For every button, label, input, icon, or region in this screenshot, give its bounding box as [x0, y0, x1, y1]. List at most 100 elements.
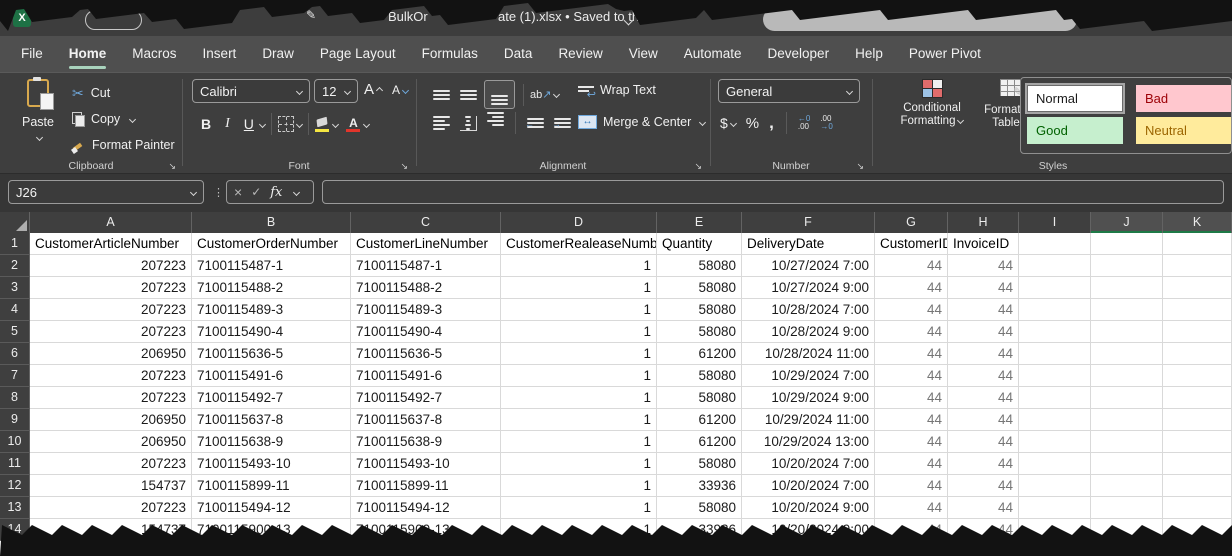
row-header-5[interactable]: 5 [0, 321, 30, 343]
cell-H12[interactable]: 44 [948, 475, 1019, 497]
column-header-A[interactable]: A [30, 212, 192, 233]
cell-D9[interactable]: 1 [501, 409, 657, 431]
cell-J1[interactable] [1091, 233, 1163, 255]
align-left-button[interactable] [433, 116, 450, 130]
insert-function-button[interactable]: fx [270, 185, 282, 200]
increase-font-size-button[interactable]: A [364, 81, 382, 98]
font-color-dropdown-chevron-icon[interactable] [363, 120, 370, 127]
cell-C5[interactable]: 7100115490-4 [351, 321, 501, 343]
cell-B11[interactable]: 7100115493-10 [192, 453, 351, 475]
cell-F5[interactable]: 10/28/2024 9:00 [742, 321, 875, 343]
orientation-dropdown-chevron-icon[interactable] [553, 91, 560, 98]
cell-E14[interactable]: 33936 [657, 519, 742, 541]
fill-color-button[interactable] [315, 117, 330, 132]
font-size-select[interactable]: 12 [314, 79, 358, 103]
cell-C12[interactable]: 7100115899-11 [351, 475, 501, 497]
cell-F12[interactable]: 10/20/2024 7:00 [742, 475, 875, 497]
cell-C9[interactable]: 7100115637-8 [351, 409, 501, 431]
tab-file[interactable]: File [8, 36, 56, 72]
cell-B13[interactable]: 7100115494-12 [192, 497, 351, 519]
row-header-6[interactable]: 6 [0, 343, 30, 365]
cell-I2[interactable] [1019, 255, 1091, 277]
cell-D8[interactable]: 1 [501, 387, 657, 409]
cell-I5[interactable] [1019, 321, 1091, 343]
cell-H13[interactable]: 44 [948, 497, 1019, 519]
format-painter-button[interactable]: Format Painter [72, 132, 175, 158]
fx-dropdown-chevron-icon[interactable] [293, 188, 300, 195]
cell-B9[interactable]: 7100115637-8 [192, 409, 351, 431]
cell-G13[interactable]: 44 [875, 497, 948, 519]
cell-J3[interactable] [1091, 277, 1163, 299]
cell-A4[interactable]: 207223 [30, 299, 192, 321]
cell-B2[interactable]: 7100115487-1 [192, 255, 351, 277]
cell-F2[interactable]: 10/27/2024 7:00 [742, 255, 875, 277]
underline-dropdown-chevron-icon[interactable] [259, 120, 266, 127]
font-name-select[interactable]: Calibri [192, 79, 310, 103]
align-right-button[interactable] [487, 112, 504, 134]
cell-C6[interactable]: 7100115636-5 [351, 343, 501, 365]
cell-A2[interactable]: 207223 [30, 255, 192, 277]
cell-C1[interactable]: CustomerLineNumber [351, 233, 501, 255]
style-chip-normal[interactable]: Normal [1027, 85, 1123, 112]
cell-D3[interactable]: 1 [501, 277, 657, 299]
tab-macros[interactable]: Macros [119, 36, 189, 72]
row-header-1[interactable]: 1 [0, 233, 30, 255]
cell-G7[interactable]: 44 [875, 365, 948, 387]
select-all-button[interactable] [0, 212, 30, 233]
cell-J5[interactable] [1091, 321, 1163, 343]
cell-A8[interactable]: 207223 [30, 387, 192, 409]
cell-I14[interactable] [1019, 519, 1091, 541]
bold-button[interactable]: B [194, 116, 218, 132]
cell-J4[interactable] [1091, 299, 1163, 321]
cell-H7[interactable]: 44 [948, 365, 1019, 387]
cell-I9[interactable] [1019, 409, 1091, 431]
cell-H9[interactable]: 44 [948, 409, 1019, 431]
cell-A10[interactable]: 206950 [30, 431, 192, 453]
row-header-10[interactable]: 10 [0, 431, 30, 453]
cell-H2[interactable]: 44 [948, 255, 1019, 277]
cell-C10[interactable]: 7100115638-9 [351, 431, 501, 453]
cell-D10[interactable]: 1 [501, 431, 657, 453]
cell-K8[interactable] [1163, 387, 1232, 409]
style-chip-good[interactable]: Good [1027, 117, 1123, 144]
merge-center-button[interactable]: ↔ Merge & Center [578, 115, 705, 129]
cell-C7[interactable]: 7100115491-6 [351, 365, 501, 387]
conditional-formatting-button[interactable]: Conditional Formatting [890, 79, 974, 128]
cell-B10[interactable]: 7100115638-9 [192, 431, 351, 453]
name-box[interactable]: J26 [8, 180, 204, 204]
comma-style-button[interactable]: , [769, 113, 774, 133]
accounting-format-button[interactable]: $ [720, 115, 728, 131]
cell-G4[interactable]: 44 [875, 299, 948, 321]
cell-E10[interactable]: 61200 [657, 431, 742, 453]
increase-indent-button[interactable]: → [554, 118, 571, 128]
cut-button[interactable]: ✂ Cut [72, 80, 175, 106]
merge-dropdown-chevron-icon[interactable] [699, 118, 706, 125]
cell-F9[interactable]: 10/29/2024 11:00 [742, 409, 875, 431]
cell-C11[interactable]: 7100115493-10 [351, 453, 501, 475]
column-header-I[interactable]: I [1019, 212, 1091, 233]
column-header-J[interactable]: J [1091, 212, 1163, 233]
row-header-8[interactable]: 8 [0, 387, 30, 409]
borders-button[interactable] [278, 116, 294, 132]
alignment-dialog-launcher-icon[interactable]: ↘ [694, 161, 702, 172]
cell-D14[interactable]: 1 [501, 519, 657, 541]
cell-H5[interactable]: 44 [948, 321, 1019, 343]
tab-formulas[interactable]: Formulas [409, 36, 491, 72]
tab-view[interactable]: View [616, 36, 671, 72]
cell-K12[interactable] [1163, 475, 1232, 497]
cell-I4[interactable] [1019, 299, 1091, 321]
cell-G8[interactable]: 44 [875, 387, 948, 409]
fill-color-dropdown-chevron-icon[interactable] [332, 120, 339, 127]
column-header-E[interactable]: E [657, 212, 742, 233]
cell-G3[interactable]: 44 [875, 277, 948, 299]
cell-B12[interactable]: 7100115899-11 [192, 475, 351, 497]
cell-K1[interactable] [1163, 233, 1232, 255]
cell-D13[interactable]: 1 [501, 497, 657, 519]
cell-F8[interactable]: 10/29/2024 9:00 [742, 387, 875, 409]
cell-H3[interactable]: 44 [948, 277, 1019, 299]
cell-K4[interactable] [1163, 299, 1232, 321]
cell-J10[interactable] [1091, 431, 1163, 453]
row-header-13[interactable]: 13 [0, 497, 30, 519]
cell-H4[interactable]: 44 [948, 299, 1019, 321]
cell-H14[interactable]: 44 [948, 519, 1019, 541]
